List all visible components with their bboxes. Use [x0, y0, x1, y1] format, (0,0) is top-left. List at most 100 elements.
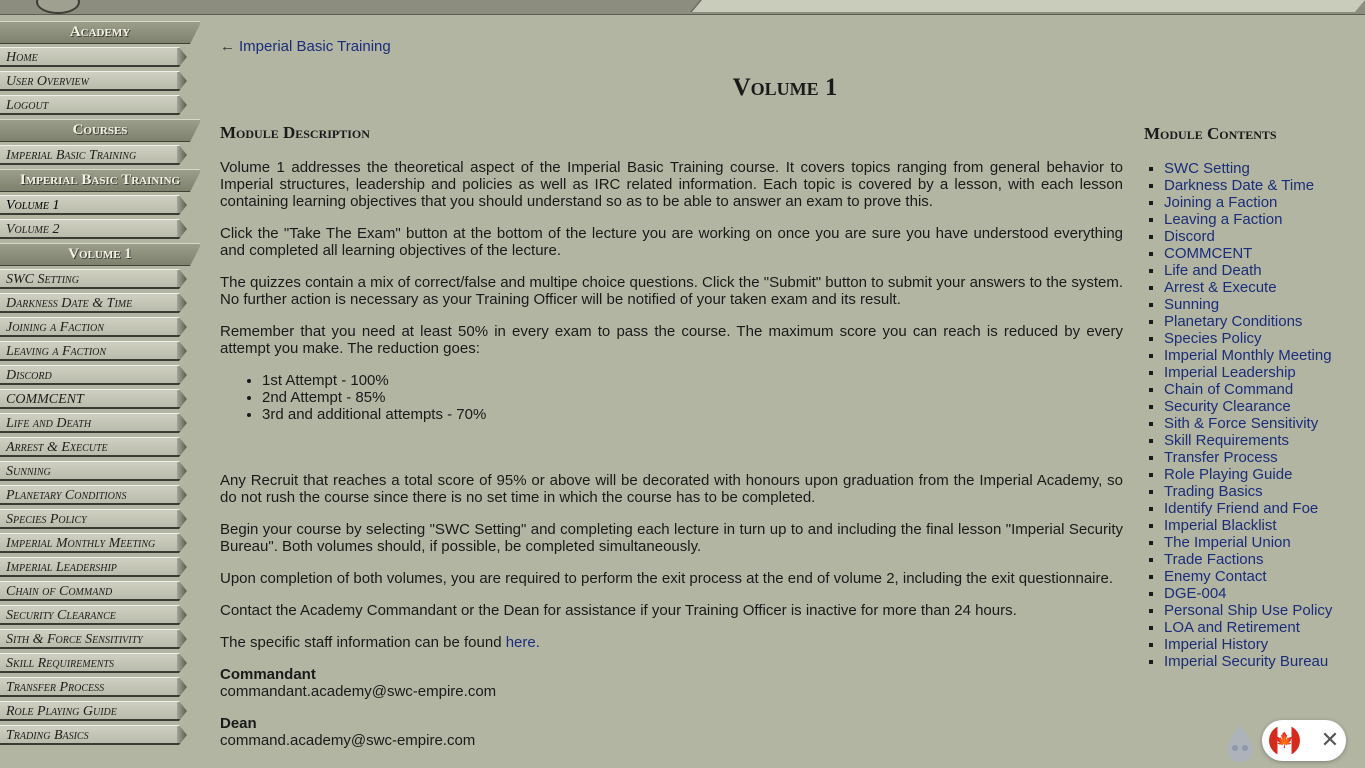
contents-link[interactable]: Leaving a Faction	[1164, 211, 1282, 228]
list-item: Imperial Monthly Meeting	[1164, 347, 1354, 364]
list-item: 1st Attempt - 100%	[262, 372, 1123, 389]
contents-link[interactable]: Enemy Contact	[1164, 568, 1267, 585]
list-item: Joining a Faction	[1164, 194, 1354, 211]
sidebar-item-lesson[interactable]: Imperial Leadership	[0, 557, 187, 577]
sidebar-item-lesson[interactable]: Joining a Faction	[0, 317, 187, 337]
sidebar-item-lesson[interactable]: SWC Setting	[0, 269, 187, 289]
contact-email: command.academy@swc-empire.com	[220, 732, 476, 749]
staff-info-link[interactable]: here.	[506, 634, 540, 651]
sidebar-item-lesson[interactable]: Discord	[0, 365, 187, 385]
list-item: COMMCENT	[1164, 245, 1354, 262]
top-banner	[0, 0, 1365, 15]
contents-link[interactable]: Imperial Monthly Meeting	[1164, 347, 1332, 364]
sidebar-lesson-list: SWC Setting Darkness Date & Time Joining…	[0, 269, 200, 745]
list-item: Imperial Blacklist	[1164, 517, 1354, 534]
sidebar-item-lesson[interactable]: Role Playing Guide	[0, 701, 187, 721]
paragraph: Remember that you need at least 50% in e…	[220, 323, 1123, 357]
contents-link[interactable]: Imperial Security Bureau	[1164, 653, 1328, 670]
paragraph: Volume 1 addresses the theoretical aspec…	[220, 159, 1123, 210]
contents-link[interactable]: The Imperial Union	[1164, 534, 1291, 551]
sidebar-item-lesson[interactable]: Leaving a Faction	[0, 341, 187, 361]
module-description: ← Imperial Basic Training Module Descript…	[220, 38, 1123, 749]
list-item: Leaving a Faction	[1164, 211, 1354, 228]
sidebar-item-lesson[interactable]: Arrest & Execute	[0, 437, 187, 457]
sidebar: Academy Home User Overview Logout Course…	[0, 21, 200, 749]
contents-link[interactable]: LOA and Retirement	[1164, 619, 1300, 636]
sidebar-item-lesson[interactable]: Planetary Conditions	[0, 485, 187, 505]
sidebar-item-lesson[interactable]: Species Policy	[0, 509, 187, 529]
contents-link[interactable]: Species Policy	[1164, 330, 1262, 347]
module-contents-heading: Module Contents	[1144, 124, 1277, 143]
contents-link[interactable]: Security Clearance	[1164, 398, 1291, 415]
contents-link[interactable]: Discord	[1164, 228, 1215, 245]
canada-flag-icon[interactable]: 🍁	[1269, 725, 1300, 756]
sidebar-item-lesson[interactable]: Darkness Date & Time	[0, 293, 187, 313]
contents-link[interactable]: Sith & Force Sensitivity	[1164, 415, 1318, 432]
list-item: Enemy Contact	[1164, 568, 1354, 585]
sidebar-item-logout[interactable]: Logout	[0, 95, 187, 115]
contents-link[interactable]: Skill Requirements	[1164, 432, 1289, 449]
contents-link[interactable]: Role Playing Guide	[1164, 466, 1292, 483]
contents-link[interactable]: Identify Friend and Foe	[1164, 500, 1318, 517]
language-widget: 🍁 ✕	[1262, 720, 1346, 761]
contents-link[interactable]: DGE-004	[1164, 585, 1227, 602]
water-drop-icon[interactable]	[1224, 722, 1256, 762]
contents-link[interactable]: Planetary Conditions	[1164, 313, 1302, 330]
close-icon[interactable]: ✕	[1318, 728, 1342, 752]
contents-link[interactable]: Imperial Leadership	[1164, 364, 1296, 381]
sidebar-item-lesson[interactable]: Trading Basics	[0, 725, 187, 745]
sidebar-item-lesson[interactable]: COMMCENT	[0, 389, 187, 409]
list-item: Trade Factions	[1164, 551, 1354, 568]
list-item: DGE-004	[1164, 585, 1354, 602]
list-item: 3rd and additional attempts - 70%	[262, 406, 1123, 423]
module-contents: Module Contents SWC Setting Darkness Dat…	[1144, 124, 1354, 670]
contents-link[interactable]: Darkness Date & Time	[1164, 177, 1314, 194]
paragraph: Contact the Academy Commandant or the De…	[220, 602, 1017, 619]
contents-link[interactable]: Trading Basics	[1164, 483, 1263, 500]
sidebar-item-lesson[interactable]: Sith & Force Sensitivity	[0, 629, 187, 649]
list-item: Chain of Command	[1164, 381, 1354, 398]
contact-role: Dean	[220, 715, 257, 732]
list-item: Trading Basics	[1164, 483, 1354, 500]
sidebar-heading-imperial-basic-training: Imperial Basic Training	[0, 169, 200, 192]
sidebar-item-lesson[interactable]: Security Clearance	[0, 605, 187, 625]
sidebar-item-volume-2[interactable]: Volume 2	[0, 219, 187, 239]
contents-link[interactable]: Imperial Blacklist	[1164, 517, 1277, 534]
contents-link[interactable]: Sunning	[1164, 296, 1219, 313]
list-item: Skill Requirements	[1164, 432, 1354, 449]
description-body: Volume 1 addresses the theoretical aspec…	[220, 159, 1123, 764]
contents-link[interactable]: COMMCENT	[1164, 245, 1252, 262]
sidebar-item-user-overview[interactable]: User Overview	[0, 71, 187, 91]
sidebar-item-volume-1[interactable]: Volume 1	[0, 195, 187, 215]
contents-link[interactable]: Imperial History	[1164, 636, 1268, 653]
sidebar-item-lesson[interactable]: Chain of Command	[0, 581, 187, 601]
sidebar-item-home[interactable]: Home	[0, 47, 187, 67]
contents-link[interactable]: Personal Ship Use Policy	[1164, 602, 1332, 619]
list-item: Personal Ship Use Policy	[1164, 602, 1354, 619]
sidebar-item-lesson[interactable]: Imperial Monthly Meeting	[0, 533, 187, 553]
contents-link[interactable]: Transfer Process	[1164, 449, 1278, 466]
list-item: Imperial History	[1164, 636, 1354, 653]
sidebar-item-lesson[interactable]: Skill Requirements	[0, 653, 187, 673]
contact-email: commandant.academy@swc-empire.com	[220, 683, 497, 700]
list-item: Role Playing Guide	[1164, 466, 1354, 483]
list-item: Imperial Security Bureau	[1164, 653, 1354, 670]
contents-link[interactable]: Arrest & Execute	[1164, 279, 1277, 296]
sidebar-item-lesson[interactable]: Sunning	[0, 461, 187, 481]
attempts-list: 1st Attempt - 100% 2nd Attempt - 85% 3rd…	[220, 372, 1123, 423]
contents-link[interactable]: Trade Factions	[1164, 551, 1264, 568]
contents-link[interactable]: Chain of Command	[1164, 381, 1293, 398]
sidebar-item-imperial-basic-training[interactable]: Imperial Basic Training	[0, 145, 187, 165]
back-arrow-icon: ←	[220, 38, 235, 55]
contents-link[interactable]: Joining a Faction	[1164, 194, 1277, 211]
list-item: The Imperial Union	[1164, 534, 1354, 551]
paragraph: Any Recruit that reaches a total score o…	[220, 472, 1123, 506]
contents-link[interactable]: Life and Death	[1164, 262, 1262, 279]
list-item: Arrest & Execute	[1164, 279, 1354, 296]
list-item: Identify Friend and Foe	[1164, 500, 1354, 517]
contents-link[interactable]: SWC Setting	[1164, 160, 1250, 177]
back-link[interactable]: ← Imperial Basic Training	[220, 38, 391, 55]
list-item: Imperial Leadership	[1164, 364, 1354, 381]
sidebar-item-lesson[interactable]: Life and Death	[0, 413, 187, 433]
sidebar-item-lesson[interactable]: Transfer Process	[0, 677, 187, 697]
